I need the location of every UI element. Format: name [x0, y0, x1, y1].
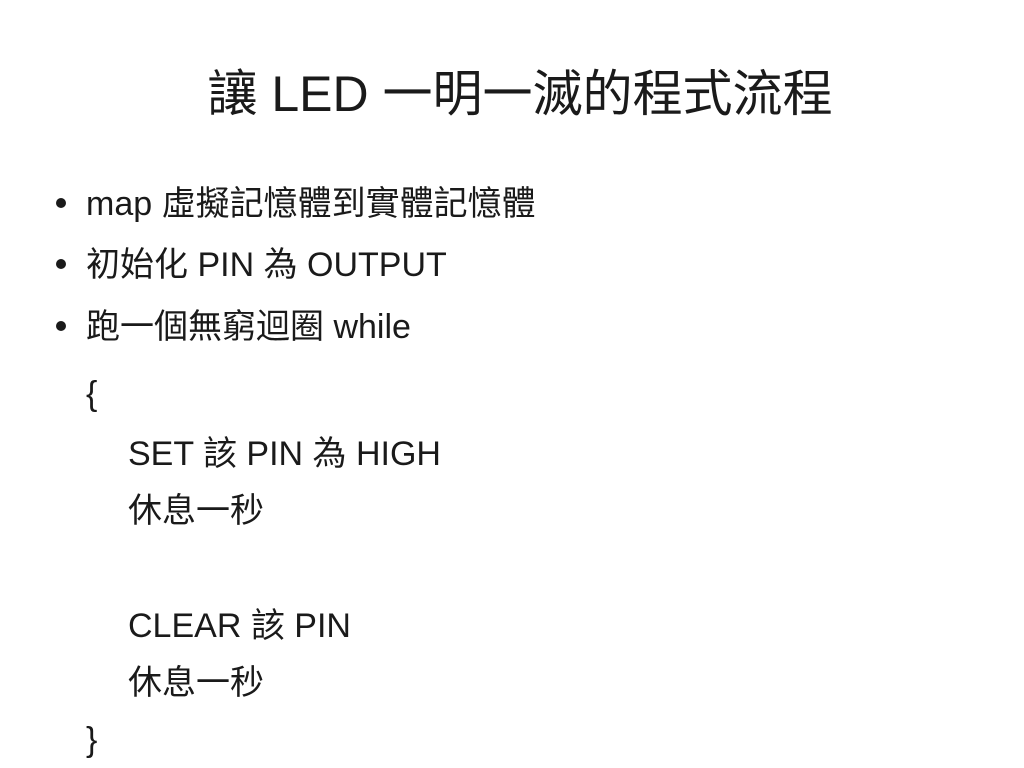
code-sleep-one-second: 休息一秒	[128, 664, 264, 702]
code-close-brace: }	[86, 721, 98, 759]
slide: 讓 LED 一明一滅的程式流程 map 虛擬記憶體到實體記憶體 初始化 PIN …	[0, 0, 1024, 768]
bullet-icon	[56, 321, 66, 332]
bullet-item-init-pin: 初始化 PIN 為 OUTPUT	[56, 243, 447, 287]
code-open-brace: {	[86, 375, 98, 413]
bullet-text: 初始化 PIN 為 OUTPUT	[86, 246, 447, 284]
bullet-icon	[56, 198, 66, 209]
code-sleep-one-second: 休息一秒	[128, 492, 264, 530]
code-clear-pin: CLEAR 該 PIN	[128, 607, 351, 645]
bullet-item-map-memory: map 虛擬記憶體到實體記憶體	[56, 182, 536, 226]
bullet-icon	[56, 259, 66, 270]
slide-title: 讓 LED 一明一滅的程式流程	[207, 66, 833, 122]
bullet-item-infinite-loop: 跑一個無窮迴圈 while	[56, 305, 411, 349]
bullet-text: 跑一個無窮迴圈 while	[86, 308, 411, 346]
bullet-text: map 虛擬記憶體到實體記憶體	[86, 185, 536, 223]
code-set-high: SET 該 PIN 為 HIGH	[128, 435, 441, 473]
